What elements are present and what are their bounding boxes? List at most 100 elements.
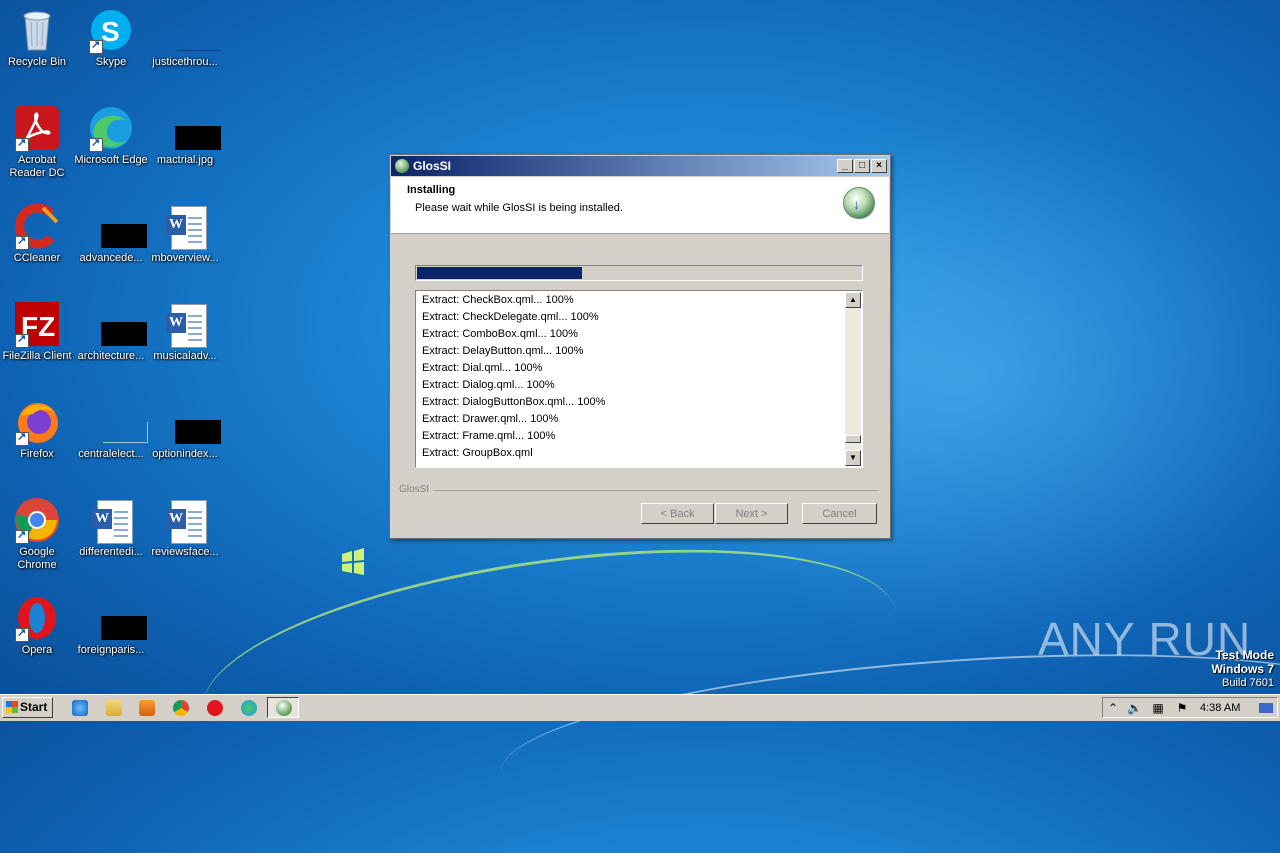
shortcut-arrow-icon bbox=[89, 38, 103, 54]
desktop-icon-filezilla[interactable]: FZ FileZilla Client bbox=[0, 300, 74, 363]
chrome-icon[interactable] bbox=[173, 700, 189, 716]
desktop-icon-opera[interactable]: Opera bbox=[0, 594, 74, 657]
file-thumbnail-icon bbox=[87, 594, 147, 642]
network-icon[interactable]: ▦ bbox=[1151, 701, 1165, 715]
log-line: Extract: CheckDelegate.qml... 100% bbox=[422, 311, 599, 323]
desktop-icon-chrome[interactable]: Google Chrome bbox=[0, 496, 74, 572]
filezilla-icon: FZ bbox=[13, 300, 61, 348]
log-line: Extract: CheckBox.qml... 100% bbox=[422, 294, 574, 306]
log-line: Extract: DialogButtonBox.qml... 100% bbox=[422, 396, 606, 408]
word-document-icon: W bbox=[161, 202, 209, 250]
media-player-icon[interactable] bbox=[139, 700, 155, 716]
test-mode-watermark: Test Mode Windows 7 Build 7601 bbox=[1211, 648, 1274, 689]
clock[interactable]: 4:38 AM bbox=[1200, 702, 1240, 714]
minimize-button[interactable]: _ bbox=[837, 159, 853, 173]
desktop-icon-acrobat[interactable]: Acrobat Reader DC bbox=[0, 104, 74, 180]
desktop-icon-optionindex[interactable]: optionindex... bbox=[148, 398, 222, 461]
shortcut-arrow-icon bbox=[15, 234, 29, 250]
shortcut-arrow-icon bbox=[89, 136, 103, 152]
word-document-icon: W bbox=[161, 300, 209, 348]
desktop-icon-reviewsface[interactable]: W reviewsface... bbox=[148, 496, 222, 559]
desktop-icon-differentedi[interactable]: W differentedi... bbox=[74, 496, 148, 559]
ccleaner-icon bbox=[13, 202, 61, 250]
desktop-icon-mboverview[interactable]: W mboverview... bbox=[148, 202, 222, 265]
desktop-icon-skype[interactable]: S Skype bbox=[74, 6, 148, 69]
opera-icon bbox=[13, 594, 61, 642]
system-tray: ⌃ 🔈 ▦ ⚑ 4:38 AM bbox=[1102, 697, 1278, 718]
log-line: Extract: Drawer.qml... 100% bbox=[422, 413, 559, 425]
progress-bar bbox=[415, 265, 863, 281]
action-center-flag-icon[interactable]: ⚑ bbox=[1175, 701, 1189, 715]
log-line: Extract: GroupBox.qml bbox=[422, 447, 533, 459]
desktop-icon-architecture[interactable]: architecture... bbox=[74, 300, 148, 363]
header-subtitle: Please wait while GlosSI is being instal… bbox=[415, 202, 623, 214]
installer-window: GlosSI _ □ × Installing Please wait whil… bbox=[389, 154, 891, 539]
recycle-bin-icon bbox=[13, 6, 61, 54]
scroll-down-arrow-icon[interactable]: ▼ bbox=[845, 450, 861, 466]
close-button[interactable]: × bbox=[871, 159, 887, 173]
log-line: Extract: ComboBox.qml... 100% bbox=[422, 328, 578, 340]
window-title: GlosSI bbox=[413, 159, 452, 173]
installer-logo-icon bbox=[843, 187, 875, 219]
desktop-icon-musicaladv[interactable]: W musicaladv... bbox=[148, 300, 222, 363]
app-icon bbox=[395, 159, 409, 173]
maximize-button[interactable]: □ bbox=[854, 159, 870, 173]
desktop-icon-justicethrou[interactable]: justicethrou... bbox=[148, 6, 222, 69]
cancel-button[interactable]: Cancel bbox=[802, 503, 877, 524]
chrome-icon bbox=[13, 496, 61, 544]
log-line: Extract: Dialog.qml... 100% bbox=[422, 379, 555, 391]
wallpaper-streak bbox=[189, 512, 911, 811]
back-button[interactable]: < Back bbox=[641, 503, 714, 524]
desktop-icon-firefox[interactable]: Firefox bbox=[0, 398, 74, 461]
installer-header: Installing Please wait while GlosSI is b… bbox=[391, 177, 889, 234]
header-title: Installing bbox=[407, 184, 456, 196]
log-line: Extract: Frame.qml... 100% bbox=[422, 430, 556, 442]
internet-explorer-icon[interactable] bbox=[72, 700, 88, 716]
title-bar[interactable]: GlosSI _ □ × bbox=[391, 156, 889, 176]
progress-fill bbox=[417, 267, 583, 279]
taskbar-item-glossi[interactable] bbox=[267, 697, 299, 718]
next-button[interactable]: Next > bbox=[715, 503, 788, 524]
log-line: Extract: Dial.qml... 100% bbox=[422, 362, 543, 374]
desktop-icon-foreignparis[interactable]: foreignparis... bbox=[74, 594, 148, 657]
firefox-icon bbox=[13, 398, 61, 446]
shortcut-arrow-icon bbox=[15, 528, 29, 544]
shortcut-arrow-icon bbox=[15, 430, 29, 446]
desktop-icon-recycle-bin[interactable]: Recycle Bin bbox=[0, 6, 74, 69]
file-thumbnail-icon bbox=[87, 398, 148, 446]
start-button[interactable]: Start bbox=[2, 697, 53, 718]
scroll-up-arrow-icon[interactable]: ▲ bbox=[845, 292, 861, 308]
file-thumbnail-icon bbox=[87, 202, 147, 250]
skype-icon: S bbox=[87, 6, 135, 54]
show-hidden-icons-icon[interactable]: ⌃ bbox=[1106, 701, 1120, 715]
acrobat-icon bbox=[13, 104, 61, 152]
file-thumbnail-icon bbox=[87, 300, 147, 348]
desktop-icon-centralelect[interactable]: centralelect... bbox=[74, 398, 148, 461]
log-line: Extract: DelayButton.qml... 100% bbox=[422, 345, 584, 357]
desktop-icon-mactrial[interactable]: mactrial.jpg bbox=[148, 104, 222, 167]
desktop-icon-ccleaner[interactable]: CCleaner bbox=[0, 202, 74, 265]
file-thumbnail-icon bbox=[161, 6, 221, 54]
folder-icon[interactable] bbox=[106, 700, 122, 716]
desktop-icon-advancede[interactable]: advancede... bbox=[74, 202, 148, 265]
edge-icon[interactable] bbox=[241, 700, 257, 716]
wallpaper-windows-logo bbox=[342, 548, 364, 575]
edge-icon bbox=[87, 104, 135, 152]
shortcut-arrow-icon bbox=[15, 332, 29, 348]
log-scrollbar[interactable]: ▲ ▼ bbox=[845, 292, 861, 466]
scroll-thumb[interactable] bbox=[845, 435, 861, 443]
glossi-installer-icon bbox=[276, 700, 292, 716]
volume-icon[interactable]: 🔈 bbox=[1127, 701, 1142, 715]
show-desktop-icon[interactable] bbox=[1259, 703, 1273, 713]
taskbar: Start ⌃ 🔈 ▦ ⚑ 4:38 AM bbox=[0, 694, 1280, 721]
svg-text:S: S bbox=[101, 16, 120, 47]
brand-label: GlosSI bbox=[399, 484, 430, 495]
desktop-icon-edge[interactable]: Microsoft Edge bbox=[74, 104, 148, 167]
shortcut-arrow-icon bbox=[15, 136, 29, 152]
file-thumbnail-icon bbox=[161, 398, 221, 446]
opera-icon[interactable] bbox=[207, 700, 223, 716]
divider bbox=[434, 490, 878, 491]
shortcut-arrow-icon bbox=[15, 626, 29, 642]
details-log[interactable]: Extract: CheckBox.qml... 100% Extract: Ch… bbox=[415, 290, 863, 468]
image-thumbnail-icon bbox=[161, 104, 221, 152]
